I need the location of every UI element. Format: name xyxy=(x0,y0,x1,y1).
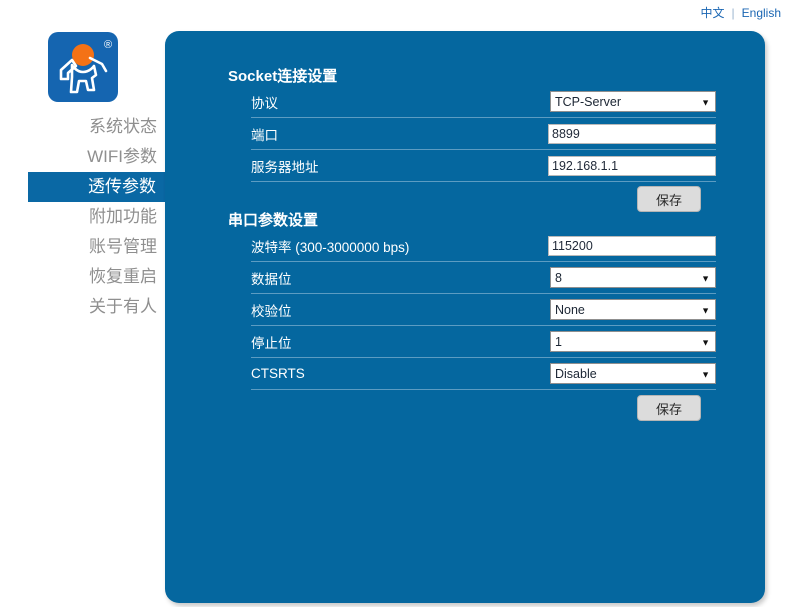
ctsrts-select[interactable]: Disable ▼ xyxy=(550,363,716,384)
sidebar-item-account-management[interactable]: 账号管理 xyxy=(0,232,166,262)
port-input[interactable] xyxy=(548,124,716,144)
chevron-down-icon: ▼ xyxy=(701,273,710,283)
row-server-address: 服务器地址 xyxy=(251,150,716,182)
row-databits: 数据位 8 ▼ xyxy=(251,262,716,294)
label-ctsrts: CTSRTS xyxy=(251,366,537,381)
chevron-down-icon: ▼ xyxy=(701,305,710,315)
label-stopbits: 停止位 xyxy=(251,332,537,352)
parity-select[interactable]: None ▼ xyxy=(550,299,716,320)
registered-mark: ® xyxy=(104,39,112,51)
chevron-down-icon: ▼ xyxy=(701,97,710,107)
protocol-select[interactable]: TCP-Server ▼ xyxy=(550,91,716,112)
control-databits: 8 ▼ xyxy=(550,267,716,288)
control-port xyxy=(548,124,716,144)
usr-iot-logo-icon: ® xyxy=(48,32,118,102)
sidebar-item-restore-restart[interactable]: 恢复重启 xyxy=(0,262,166,292)
control-server-address xyxy=(548,156,716,176)
logo-figure-icon: ® xyxy=(48,32,118,102)
label-databits: 数据位 xyxy=(251,268,537,288)
sidebar-item-transparent-params[interactable]: 透传参数 xyxy=(28,172,166,202)
sidebar-item-extra-functions[interactable]: 附加功能 xyxy=(0,202,166,232)
control-ctsrts: Disable ▼ xyxy=(550,363,716,384)
settings-panel: Socket连接设置 协议 TCP-Server ▼ 端口 服务器地址 xyxy=(165,31,765,603)
page-root: 中文 | English ® 系统状态 WIFI参数 透传参数 附加功能 账号管… xyxy=(0,0,795,607)
row-baudrate: 波特率 (300-3000000 bps) xyxy=(251,230,716,262)
label-port: 端口 xyxy=(251,124,537,144)
protocol-select-value: TCP-Server xyxy=(555,95,621,109)
label-parity: 校验位 xyxy=(251,300,537,320)
chevron-down-icon: ▼ xyxy=(701,337,710,347)
label-server-address: 服务器地址 xyxy=(251,156,537,176)
parity-select-value: None xyxy=(555,303,585,317)
serial-save-button[interactable]: 保存 xyxy=(637,395,701,421)
row-parity: 校验位 None ▼ xyxy=(251,294,716,326)
sidebar-nav: 系统状态 WIFI参数 透传参数 附加功能 账号管理 恢复重启 关于有人 xyxy=(0,112,166,322)
socket-save-button[interactable]: 保存 xyxy=(637,186,701,212)
serial-section-title: 串口参数设置 xyxy=(228,209,318,230)
databits-select[interactable]: 8 ▼ xyxy=(550,267,716,288)
control-parity: None ▼ xyxy=(550,299,716,320)
row-ctsrts: CTSRTS Disable ▼ xyxy=(251,358,716,390)
databits-select-value: 8 xyxy=(555,271,562,285)
baudrate-input[interactable] xyxy=(548,236,716,256)
row-port: 端口 xyxy=(251,118,716,150)
label-protocol: 协议 xyxy=(251,92,537,112)
row-stopbits: 停止位 1 ▼ xyxy=(251,326,716,358)
chevron-down-icon: ▼ xyxy=(701,369,710,379)
control-protocol: TCP-Server ▼ xyxy=(550,91,716,112)
control-stopbits: 1 ▼ xyxy=(550,331,716,352)
label-baudrate: 波特率 (300-3000000 bps) xyxy=(251,236,537,256)
language-switcher: 中文 | English xyxy=(701,4,782,21)
lang-english-link[interactable]: English xyxy=(742,6,781,20)
sidebar-item-about-usr[interactable]: 关于有人 xyxy=(0,292,166,322)
sidebar-item-system-status[interactable]: 系统状态 xyxy=(0,112,166,142)
socket-settings-form: 协议 TCP-Server ▼ 端口 服务器地址 xyxy=(251,86,716,182)
server-address-input[interactable] xyxy=(548,156,716,176)
socket-section-title: Socket连接设置 xyxy=(228,65,337,86)
ctsrts-select-value: Disable xyxy=(555,367,597,381)
stopbits-select-value: 1 xyxy=(555,335,562,349)
serial-settings-form: 波特率 (300-3000000 bps) 数据位 8 ▼ 校验位 xyxy=(251,230,716,390)
sidebar: ® 系统状态 WIFI参数 透传参数 附加功能 账号管理 恢复重启 关于有人 xyxy=(0,28,166,328)
logo-container: ® xyxy=(48,32,118,102)
control-baudrate xyxy=(548,236,716,256)
sidebar-item-wifi-params[interactable]: WIFI参数 xyxy=(0,142,166,172)
lang-chinese-link[interactable]: 中文 xyxy=(701,4,725,21)
stopbits-select[interactable]: 1 ▼ xyxy=(550,331,716,352)
lang-separator: | xyxy=(732,6,735,20)
row-protocol: 协议 TCP-Server ▼ xyxy=(251,86,716,118)
